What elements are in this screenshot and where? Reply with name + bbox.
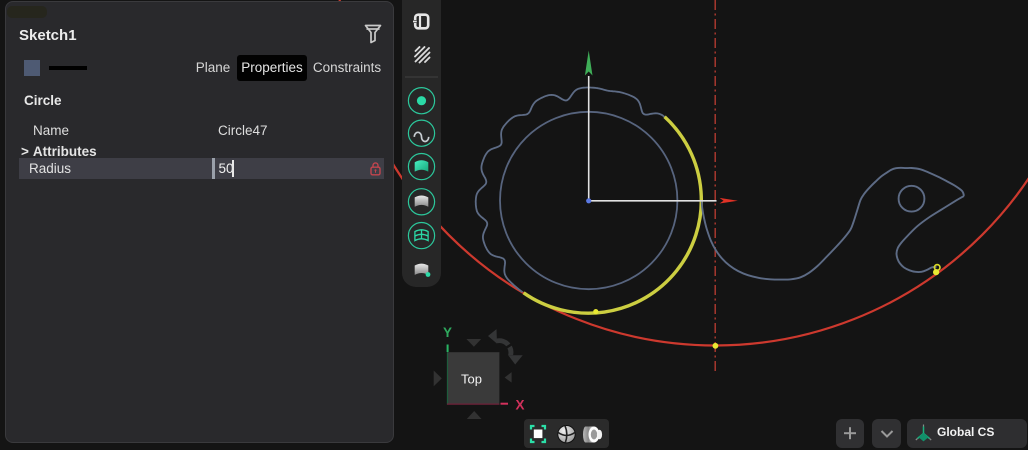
svg-text:Y: Y bbox=[443, 325, 452, 340]
svg-text:Top: Top bbox=[461, 372, 482, 387]
svg-text:X: X bbox=[516, 398, 525, 413]
